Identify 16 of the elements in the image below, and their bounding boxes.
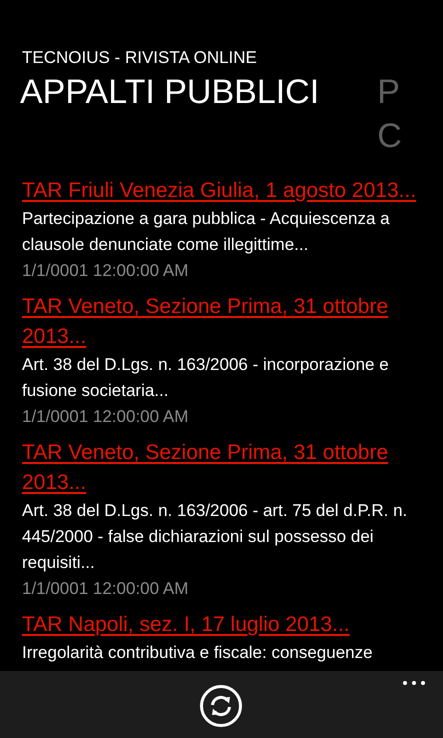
article-title-link[interactable]: TAR Veneto, Sezione Prima, 31 ottobre 2013...	[22, 292, 422, 352]
refresh-button[interactable]	[199, 684, 243, 728]
article-date: 1/1/0001 12:00:00 AM	[22, 406, 190, 428]
pivot-header[interactable]: P C	[377, 70, 402, 158]
article-summary: Art. 38 del D.Lgs. n. 163/2006 - art. 75 del d.P.R. n. 445/2000 - false dichiarazioni sul possesso dei requisiti...	[22, 500, 408, 574]
article-date: 1/1/0001 12:00:00 AM	[22, 578, 190, 600]
article-summary: Art. 38 del D.Lgs. n. 163/2006 - incorporazione e fusione societaria...	[22, 354, 390, 402]
article-date: 1/1/0001 12:00:00 AM	[22, 260, 190, 282]
app-title: TECNOIUS - RIVISTA ONLINE	[22, 48, 258, 68]
article-title-link[interactable]: TAR Veneto, Sezione Prima, 31 ottobre 2013...	[22, 438, 422, 498]
article-title-link[interactable]: TAR Friuli Venezia Giulia, 1 agosto 2013...	[22, 176, 422, 206]
pivot-header[interactable]: APPALTI PUBBLICI	[20, 70, 320, 158]
refresh-icon	[199, 684, 243, 728]
article-title-link[interactable]: TAR Napoli, sez. I, 17 luglio 2013...	[22, 610, 422, 640]
article-summary: Partecipazione a gara pubblica - Acquiescenza a clausole denunciate come illegittime...	[22, 208, 391, 256]
article-summary: Irregolarità contributiva e fiscale: conseguenze	[22, 642, 374, 664]
